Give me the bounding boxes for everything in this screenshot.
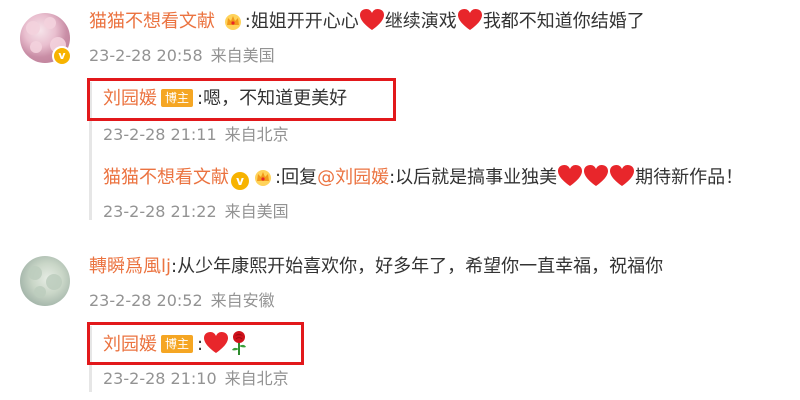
location: 来自北京 — [224, 369, 289, 388]
highlight-box — [87, 322, 304, 365]
comment-line: 轉瞬爲風lj:从少年康熙开始喜欢你，好多年了，希望你一直幸福，祝福你 — [89, 254, 663, 280]
reply-meta: 23-2-28 21:10 来自北京 — [103, 368, 289, 390]
comment-text: :从少年康熙开始喜欢你，好多年了，希望你一直幸福，祝福你 — [171, 256, 664, 277]
username[interactable]: 轉瞬爲風lj — [89, 256, 171, 277]
avatar[interactable] — [20, 256, 70, 306]
location: 来自安徽 — [210, 291, 275, 310]
timestamp: 23-2-28 21:10 — [103, 369, 217, 388]
comment-2: 轉瞬爲風lj:从少年康熙开始喜欢你，好多年了，希望你一直幸福，祝福你 23-2-… — [0, 0, 800, 400]
comment-meta: 23-2-28 20:52 来自安徽 — [89, 290, 275, 312]
timestamp: 23-2-28 20:52 — [89, 291, 203, 310]
